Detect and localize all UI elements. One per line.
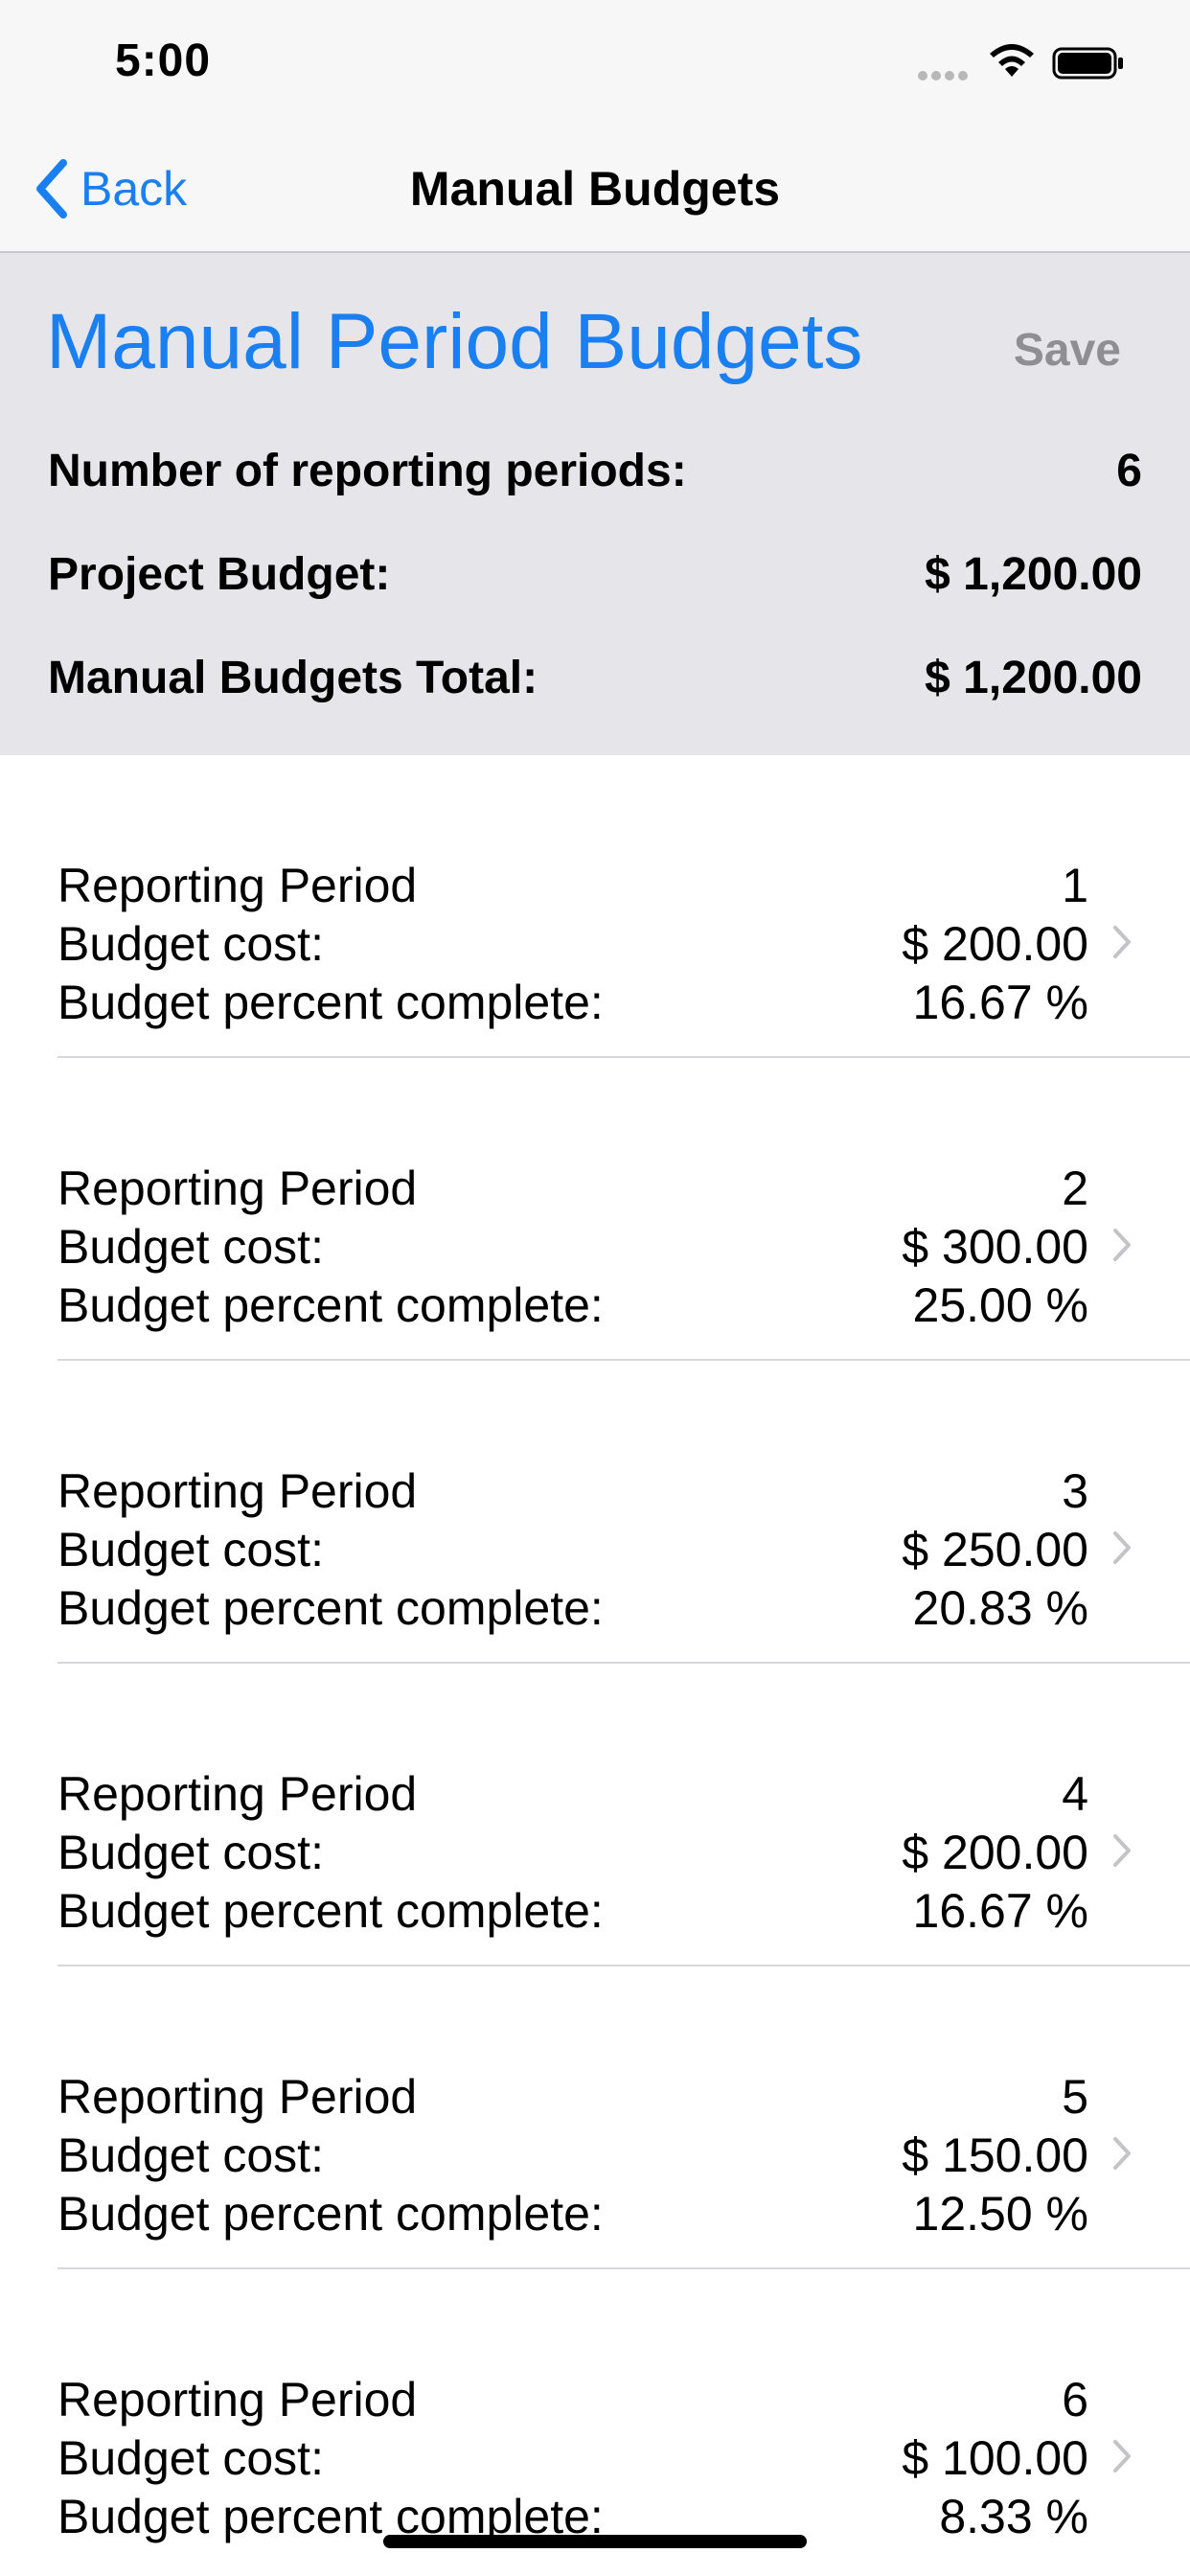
budget-cost-label: Budget cost: — [57, 1523, 324, 1576]
reporting-period-label: Reporting Period — [57, 859, 418, 912]
budget-percent-value: 8.33 % — [939, 2490, 1088, 2543]
period-values: 5 $ 150.00 12.50 % — [902, 2068, 1088, 2243]
chevron-right-icon — [1113, 926, 1131, 958]
budget-percent-value: 16.67 % — [912, 976, 1088, 1029]
period-cell[interactable]: Reporting Period Budget cost: Budget per… — [0, 1966, 1190, 2269]
chevron-right-icon — [1113, 1834, 1131, 1867]
period-number: 1 — [1062, 859, 1088, 912]
chevron-right-icon — [1113, 1531, 1131, 1564]
wifi-icon — [990, 44, 1034, 77]
budget-percent-label: Budget percent complete: — [57, 976, 604, 1029]
reporting-period-label: Reporting Period — [57, 1464, 418, 1518]
budget-cost-label: Budget cost: — [57, 2128, 324, 2182]
period-cell[interactable]: Reporting Period Budget cost: Budget per… — [0, 1058, 1190, 1361]
period-number: 5 — [1062, 2070, 1088, 2124]
reporting-period-label: Reporting Period — [57, 1162, 418, 1215]
budget-percent-label: Budget percent complete: — [57, 1581, 604, 1635]
chevron-right-icon — [1113, 2440, 1131, 2472]
period-values: 4 $ 200.00 16.67 % — [902, 1765, 1088, 1941]
project-budget-label: Project Budget: — [48, 549, 391, 600]
period-values: 2 $ 300.00 25.00 % — [902, 1160, 1088, 1335]
budget-cost-value: $ 200.00 — [902, 917, 1088, 971]
budget-cost-value: $ 250.00 — [902, 1523, 1088, 1576]
project-budget-value: $ 1,200.00 — [925, 549, 1142, 600]
budget-percent-value: 20.83 % — [912, 1581, 1088, 1635]
period-values: 6 $ 100.00 8.33 % — [902, 2371, 1088, 2546]
status-time: 5:00 — [115, 35, 212, 86]
period-number: 2 — [1062, 1162, 1088, 1215]
period-labels: Reporting Period Budget cost: Budget per… — [57, 2068, 604, 2243]
page-title: Manual Period Budgets — [46, 298, 863, 385]
project-budget-row: Project Budget: $ 1,200.00 — [48, 552, 1142, 598]
manual-total-label: Manual Budgets Total: — [48, 653, 538, 703]
period-cell[interactable]: Reporting Period Budget cost: Budget per… — [0, 2269, 1190, 2572]
period-number: 6 — [1062, 2373, 1088, 2426]
budget-summary: Manual Period Budgets Save Number of rep… — [0, 253, 1190, 755]
save-button[interactable]: Save — [1014, 324, 1121, 377]
period-number: 3 — [1062, 1464, 1088, 1518]
periods-count-value: 6 — [1116, 446, 1142, 496]
period-labels: Reporting Period Budget cost: Budget per… — [57, 1765, 604, 1941]
nav-title: Manual Budgets — [409, 162, 781, 216]
period-cell[interactable]: Reporting Period Budget cost: Budget per… — [0, 755, 1190, 1058]
period-cell[interactable]: Reporting Period Budget cost: Budget per… — [0, 1664, 1190, 1966]
budget-cost-value: $ 200.00 — [902, 1826, 1088, 1879]
period-labels: Reporting Period Budget cost: Budget per… — [57, 2371, 604, 2546]
chevron-right-icon — [1113, 1229, 1131, 1261]
budget-percent-value: 25.00 % — [912, 1278, 1088, 1332]
chevron-right-icon — [1113, 2137, 1131, 2170]
budget-cost-value: $ 300.00 — [902, 1220, 1088, 1274]
manual-total-row: Manual Budgets Total: $ 1,200.00 — [48, 656, 1142, 702]
budget-percent-label: Budget percent complete: — [57, 1884, 604, 1938]
period-cell[interactable]: Reporting Period Budget cost: Budget per… — [0, 1361, 1190, 1664]
manual-total-value: $ 1,200.00 — [925, 653, 1142, 703]
budget-cost-label: Budget cost: — [57, 1220, 324, 1274]
battery-icon — [1052, 47, 1123, 80]
period-values: 1 $ 200.00 16.67 % — [902, 857, 1088, 1032]
period-labels: Reporting Period Budget cost: Budget per… — [57, 1462, 604, 1638]
budget-cost-label: Budget cost: — [57, 917, 324, 971]
periods-count-label: Number of reporting periods: — [48, 446, 687, 496]
budget-cost-label: Budget cost: — [57, 1826, 324, 1879]
reporting-period-label: Reporting Period — [57, 2070, 418, 2124]
reporting-period-label: Reporting Period — [57, 1767, 418, 1821]
cellular-signal-icon — [918, 71, 972, 82]
budget-cost-value: $ 150.00 — [902, 2128, 1088, 2182]
budget-percent-label: Budget percent complete: — [57, 2187, 604, 2241]
budget-cost-value: $ 100.00 — [902, 2431, 1088, 2485]
status-bar: 5:00 — [0, 0, 1190, 126]
period-values: 3 $ 250.00 20.83 % — [902, 1462, 1088, 1638]
period-labels: Reporting Period Budget cost: Budget per… — [57, 857, 604, 1032]
reporting-period-label: Reporting Period — [57, 2373, 418, 2426]
budget-percent-value: 16.67 % — [912, 1884, 1088, 1938]
budget-percent-label: Budget percent complete: — [57, 1278, 604, 1332]
home-indicator[interactable] — [383, 2535, 807, 2548]
budget-cost-label: Budget cost: — [57, 2431, 324, 2485]
budget-percent-value: 12.50 % — [912, 2187, 1088, 2241]
navigation-bar: Back Manual Budgets — [0, 126, 1190, 253]
period-labels: Reporting Period Budget cost: Budget per… — [57, 1160, 604, 1335]
period-number: 4 — [1062, 1767, 1088, 1821]
periods-count-row: Number of reporting periods: 6 — [48, 448, 1142, 494]
